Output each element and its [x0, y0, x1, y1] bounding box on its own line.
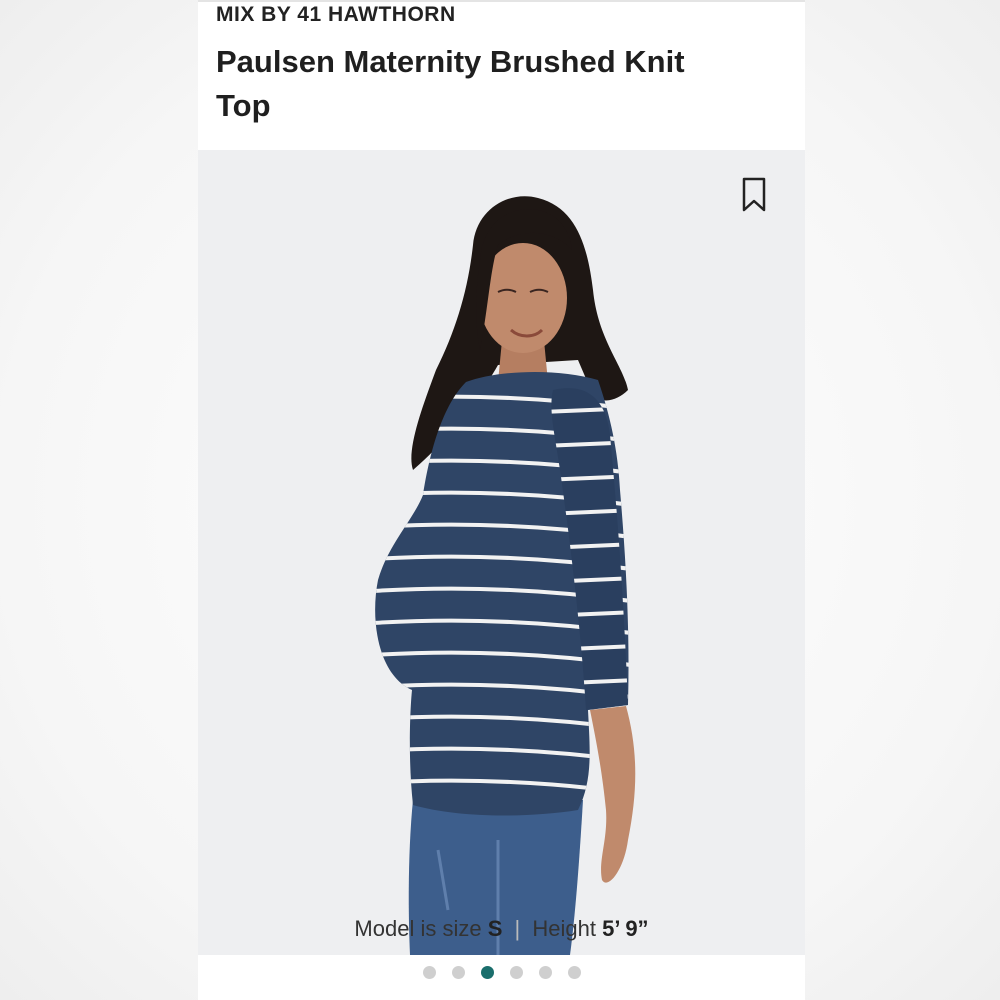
height-value: 5’ 9” — [602, 916, 649, 941]
carousel-pagination — [198, 966, 805, 979]
model-size-value: S — [487, 916, 503, 941]
carousel-dot[interactable] — [567, 966, 581, 979]
carousel-dot[interactable] — [480, 966, 494, 979]
carousel-dot[interactable] — [509, 966, 523, 979]
brand-name[interactable]: MIX BY 41 HAWTHORN — [216, 3, 456, 27]
caption-prefix: Model is size — [354, 916, 482, 941]
height-label: Height — [532, 916, 596, 941]
carousel-dot[interactable] — [451, 966, 465, 979]
product-title: Paulsen Maternity Brushed Knit Top — [216, 44, 685, 123]
carousel-dot[interactable] — [538, 966, 552, 979]
divider — [198, 0, 805, 2]
model-photo — [375, 196, 636, 955]
caption-separator: | — [514, 916, 521, 941]
product-card: MIX BY 41 HAWTHORN Paulsen Maternity Bru… — [198, 0, 805, 1000]
product-image[interactable]: Model is size S | Height 5’ 9” — [198, 150, 805, 955]
bookmark-icon[interactable] — [739, 176, 769, 214]
carousel-dot[interactable] — [422, 966, 436, 979]
model-size-caption: Model is size S | Height 5’ 9” — [198, 916, 805, 942]
